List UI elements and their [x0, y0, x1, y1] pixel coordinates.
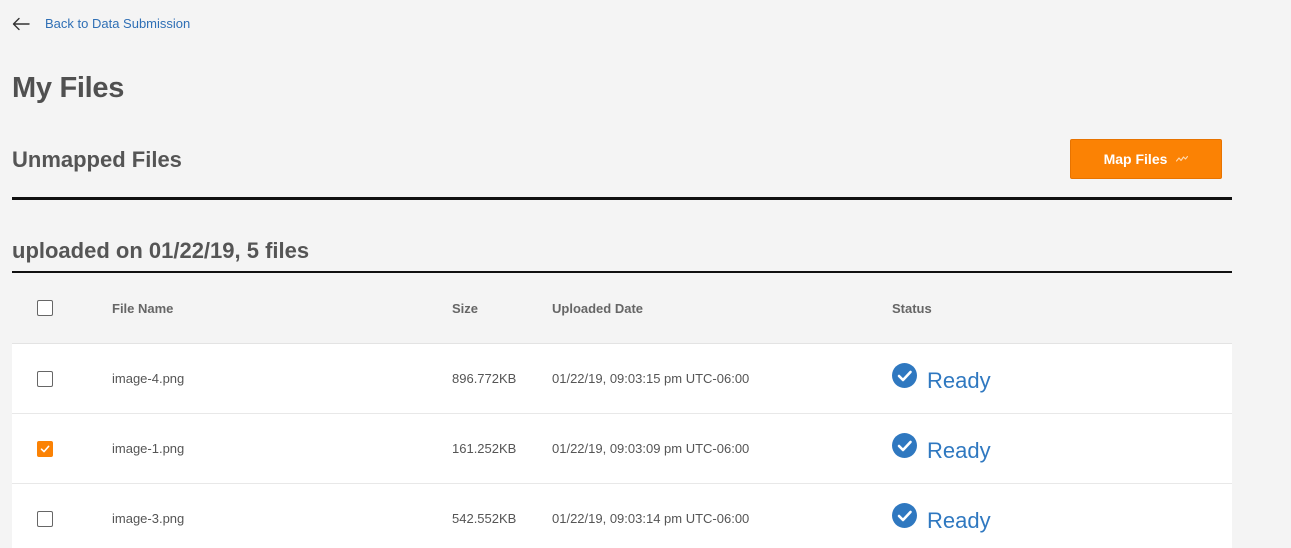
status-text: Ready	[927, 367, 991, 393]
file-name: image-4.png	[112, 371, 185, 386]
row-checkbox[interactable]	[37, 510, 53, 527]
map-files-button[interactable]: Map Files	[1070, 139, 1222, 179]
activity-icon	[1176, 155, 1189, 162]
row-checkbox[interactable]	[37, 370, 53, 387]
arrow-left-icon	[12, 17, 30, 30]
file-name: image-3.png	[112, 511, 185, 526]
section-divider	[12, 197, 1232, 200]
uploaded-date: 01/22/19, 09:03:14 pm UTC-06:00	[552, 511, 750, 526]
check-circle-icon	[892, 363, 917, 388]
status-badge: Ready	[892, 363, 991, 394]
status-text: Ready	[927, 437, 991, 463]
uploaded-date: 01/22/19, 09:03:15 pm UTC-06:00	[552, 371, 750, 386]
status-text: Ready	[927, 507, 991, 533]
table-header-row: File Name Size Uploaded Date Status	[12, 273, 1232, 344]
select-all-checkbox[interactable]	[37, 300, 53, 316]
file-size: 896.772KB	[452, 371, 517, 386]
column-header-status[interactable]: Status	[892, 273, 932, 343]
table-row: image-1.png 161.252KB 01/22/19, 09:03:09…	[12, 414, 1232, 484]
check-circle-icon	[892, 433, 917, 458]
file-size: 161.252KB	[452, 441, 517, 456]
page-title: My Files	[12, 72, 125, 104]
section-title: Unmapped Files	[12, 147, 182, 172]
check-circle-icon	[892, 503, 917, 528]
table-row: image-4.png 896.772KB 01/22/19, 09:03:15…	[12, 344, 1232, 414]
row-checkbox[interactable]	[37, 440, 53, 457]
back-link-label[interactable]: Back to Data Submission	[45, 16, 190, 31]
back-to-data-submission-link[interactable]: Back to Data Submission	[12, 16, 190, 31]
file-size: 542.552KB	[452, 511, 517, 526]
checkmark-icon	[40, 445, 50, 452]
files-table: File Name Size Uploaded Date Status imag…	[12, 273, 1232, 548]
map-files-button-label[interactable]: Map Files	[1104, 151, 1168, 167]
upload-group-title: uploaded on 01/22/19, 5 files	[12, 238, 310, 263]
status-badge: Ready	[892, 503, 991, 534]
column-header-file-name[interactable]: File Name	[112, 273, 173, 343]
table-row: image-3.png 542.552KB 01/22/19, 09:03:14…	[12, 484, 1232, 548]
column-header-size[interactable]: Size	[452, 273, 478, 343]
column-header-uploaded-date[interactable]: Uploaded Date	[552, 273, 643, 343]
uploaded-date: 01/22/19, 09:03:09 pm UTC-06:00	[552, 441, 750, 456]
my-files-page: Back to Data Submission My Files Unmappe…	[0, 0, 1291, 548]
file-name: image-1.png	[112, 441, 185, 456]
status-badge: Ready	[892, 433, 991, 464]
